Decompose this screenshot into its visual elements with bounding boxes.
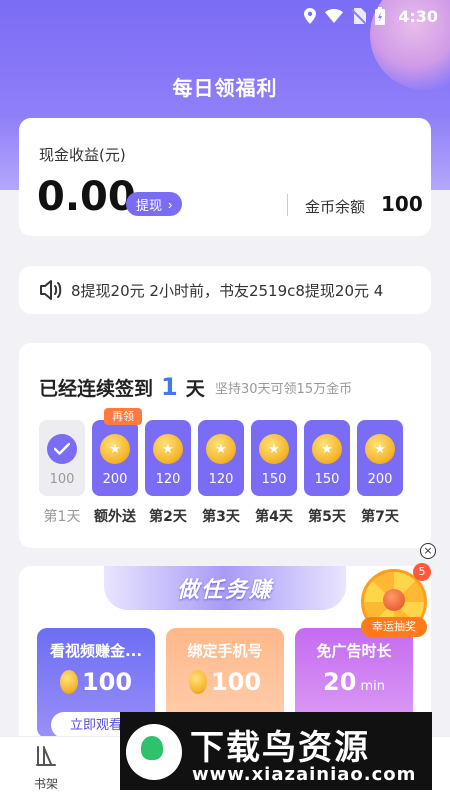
tasks-banner: 做任务赚	[104, 566, 346, 610]
day-label: 第4天	[255, 509, 293, 525]
chevron-right-icon: ›	[168, 196, 173, 212]
signin-day-4[interactable]: ★ 150	[251, 420, 297, 496]
task-reward: 20 min	[295, 668, 413, 696]
day-label: 第2天	[149, 509, 187, 525]
task-reward-value: 100	[81, 668, 133, 696]
task-name: 免广告时长	[316, 642, 392, 660]
speaker-icon	[40, 280, 62, 300]
task-reward-unit: min	[360, 678, 385, 694]
coin-balance-value: 100	[381, 192, 423, 216]
task-name: 绑定手机号	[187, 642, 263, 660]
notice-text: 8提现20元 2小时前，书友2519c8提现20元 4	[71, 282, 384, 300]
signin-title: 已经连续签到 1 天	[39, 373, 205, 401]
tab-label: 书架	[33, 777, 58, 791]
task-reward: 100	[37, 668, 155, 696]
coin-icon	[59, 670, 78, 694]
day-amount: 150	[314, 472, 340, 487]
coin-icon: ★	[100, 434, 130, 464]
signin-days-count: 1	[161, 373, 178, 401]
divider	[287, 194, 288, 216]
task-reward: 100	[166, 668, 284, 696]
lucky-label: 幸运抽奖	[361, 617, 427, 637]
coin-icon: ★	[259, 434, 289, 464]
day-label: 第5天	[308, 509, 346, 525]
day-label: 第7天	[361, 509, 399, 525]
signin-card: 已经连续签到 1 天 坚持30天可领15万金币 100 ★ 200 ★ 120 …	[19, 343, 431, 548]
day-label: 第3天	[202, 509, 240, 525]
lucky-badge: 5	[413, 563, 431, 581]
signin-day-5[interactable]: ★ 150	[304, 420, 350, 496]
task-reward-value: 20	[323, 668, 357, 696]
watermark-title: 下载鸟资源	[190, 728, 370, 768]
page-title: 每日领福利	[172, 76, 278, 100]
signin-day-1[interactable]: 100	[39, 420, 85, 496]
task-reward-value: 100	[210, 668, 262, 696]
clock: 4:30	[398, 6, 438, 26]
withdraw-notice-bar: 8提现20元 2小时前，书友2519c8提现20元 4	[19, 266, 431, 314]
cash-earnings-label: 现金收益(元)	[39, 146, 126, 164]
day-amount: 120	[155, 472, 181, 487]
earnings-card: 现金收益(元) 0.00 提现 › 金币余额 100	[19, 118, 431, 236]
cash-earnings-value: 0.00	[37, 174, 136, 220]
coin-icon: ★	[365, 434, 395, 464]
check-icon	[47, 434, 77, 464]
day-amount: 200	[102, 472, 128, 487]
signin-title-text: 已经连续签到	[39, 378, 154, 400]
coin-icon: ★	[206, 434, 236, 464]
location-icon	[304, 8, 317, 24]
coin-icon: ★	[312, 434, 342, 464]
withdraw-label: 提现	[136, 197, 163, 213]
bird-logo-icon	[126, 724, 182, 780]
coin-icon: ★	[153, 434, 183, 464]
lucky-draw-widget[interactable]: 5 幸运抽奖	[357, 563, 431, 639]
close-icon[interactable]: ×	[420, 543, 436, 559]
day-amount: 120	[208, 472, 234, 487]
again-tag: 再领	[104, 408, 142, 425]
coin-icon	[188, 670, 207, 694]
signin-day-3[interactable]: ★ 120	[198, 420, 244, 496]
watermark-url: www.xiazainiao.com	[192, 764, 417, 785]
signin-day-2[interactable]: ★ 120	[145, 420, 191, 496]
day-amount: 200	[367, 472, 393, 487]
day-amount: 150	[261, 472, 287, 487]
ball-icon	[383, 589, 405, 611]
signin-days-unit: 天	[185, 378, 205, 400]
no-sim-icon	[352, 8, 367, 24]
signin-subtitle: 坚持30天可领15万金币	[215, 382, 353, 397]
day-amount: 100	[49, 472, 75, 487]
withdraw-button[interactable]: 提现 ›	[126, 192, 183, 216]
coin-balance-label: 金币余额	[305, 198, 366, 216]
day-label: 额外送	[94, 509, 136, 525]
battery-icon	[375, 7, 386, 25]
watermark-overlay: 下载鸟资源 www.xiazainiao.com	[120, 712, 432, 790]
status-bar: 4:30	[0, 0, 450, 32]
task-name: 看视频赚金...	[49, 642, 143, 660]
wifi-icon	[325, 9, 344, 23]
bookshelf-icon	[36, 746, 56, 766]
signin-day-7[interactable]: ★ 200	[357, 420, 403, 496]
signin-day-extra[interactable]: ★ 200	[92, 420, 138, 496]
tab-bookshelf[interactable]: 书架	[26, 745, 66, 792]
day-label: 第1天	[43, 509, 81, 525]
